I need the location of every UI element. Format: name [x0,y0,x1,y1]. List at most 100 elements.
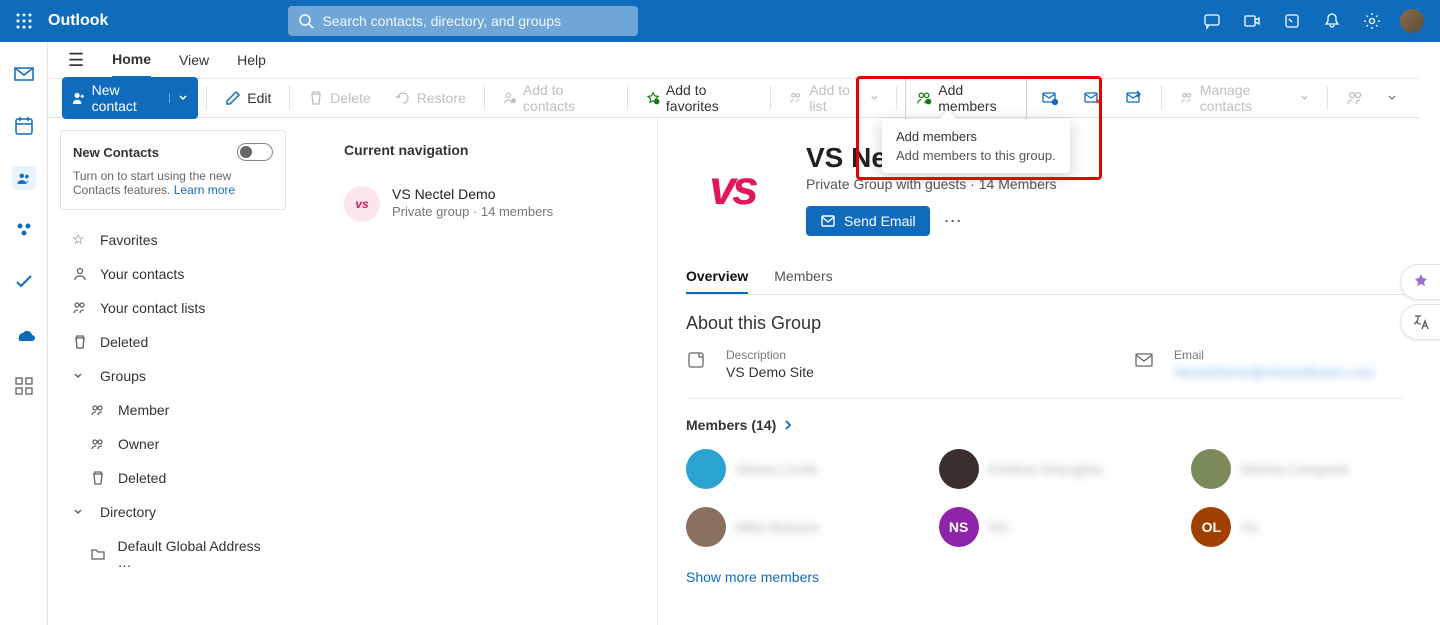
new-contacts-toggle[interactable] [237,143,273,161]
notifications-icon[interactable] [1320,9,1344,33]
nav-favorites[interactable]: ☆Favorites [60,222,286,257]
member-item[interactable]: NS NS [939,507,1152,547]
member-avatar: OL [1191,507,1231,547]
meet-now-icon[interactable] [1240,9,1264,33]
member-name: Mike Butusov [736,519,820,535]
translate-icon[interactable] [1400,304,1440,340]
mail-action3-icon[interactable] [1115,84,1153,112]
mail-action1-icon[interactable] [1031,84,1069,112]
add-to-contacts-icon [503,90,517,106]
copilot-icon[interactable] [1400,264,1440,300]
new-contacts-title: New Contacts [73,145,159,160]
email-value[interactable]: NectelDemo@virtosoftware.com [1174,364,1375,380]
detail-group-avatar: vs [686,142,778,234]
add-to-contacts-label: Add to contacts [523,82,609,114]
app-launcher-icon[interactable] [8,5,40,37]
trash-icon [72,334,90,350]
teams-chat-icon[interactable] [1200,9,1224,33]
new-contact-split[interactable] [169,93,188,103]
rail-more-apps-icon[interactable] [12,374,36,398]
desc-label: Description [726,348,814,362]
member-item[interactable]: Kristina Smyugina [939,449,1152,489]
tab-home[interactable]: Home [112,42,151,78]
nav-your-lists[interactable]: Your contact lists [60,291,286,325]
email-icon [1134,348,1162,380]
new-contact-button[interactable]: New contact [62,77,198,119]
search-input[interactable] [322,13,628,29]
nav-group-deleted[interactable]: Deleted [60,461,286,495]
search-box[interactable] [288,6,638,36]
user-avatar[interactable] [1400,9,1424,33]
member-item[interactable]: Marina Conquest [1191,449,1404,489]
member-name: Kristina Smyugina [989,461,1102,477]
rail-mail-icon[interactable] [12,62,36,86]
show-more-members-link[interactable]: Show more members [686,569,1404,585]
add-members-button[interactable]: Add members [905,76,1026,120]
delete-button: Delete [298,85,380,111]
manage-contacts-button: Manage contacts [1170,77,1319,119]
members-title[interactable]: Members (14) [686,417,1404,433]
nav-deleted[interactable]: Deleted [60,325,286,359]
nav-group-owner[interactable]: Owner [60,427,286,461]
nav-group-member[interactable]: Member [60,393,286,427]
nav-sidebar: New Contacts Turn on to start using the … [48,118,298,625]
edit-button[interactable]: Edit [215,85,281,111]
group-list-item[interactable]: vs VS Nectel Demo Private group · 14 mem… [344,182,641,226]
chevron-down-icon [72,370,90,382]
search-icon [298,13,314,29]
more-actions-button[interactable]: ⋯ [944,211,962,232]
restore-icon [395,90,411,106]
tab-overview[interactable]: Overview [686,260,748,294]
restore-button: Restore [385,85,476,111]
manage-contacts-icon [1180,90,1194,106]
group-avatar: vs [344,186,380,222]
owner-icon [90,436,108,452]
member-avatar: NS [939,507,979,547]
member-name: NS [989,519,1008,535]
group-list-panel: Current navigation vs VS Nectel Demo Pri… [298,118,658,625]
chevron-down-icon [72,506,90,518]
rail-todo-icon[interactable] [12,270,36,294]
member-avatar [686,507,726,547]
settings-icon[interactable] [1360,9,1384,33]
mail-action2-icon[interactable] [1073,84,1111,112]
hamburger-icon[interactable]: ☰ [68,50,84,71]
rail-groups-icon[interactable] [12,218,36,242]
rail-people-icon[interactable] [12,166,36,190]
add-to-contacts-button: Add to contacts [493,77,619,119]
new-contacts-card: New Contacts Turn on to start using the … [60,130,286,210]
note-icon [686,348,714,380]
desc-value: VS Demo Site [726,364,814,380]
member-item[interactable]: Mike Butusov [686,507,899,547]
tab-view[interactable]: View [179,42,209,78]
member-name: Marina Conquest [1241,461,1348,477]
rail-calendar-icon[interactable] [12,114,36,138]
rail-onedrive-icon[interactable] [12,322,36,346]
tab-members[interactable]: Members [774,260,832,294]
tips-icon[interactable] [1280,9,1304,33]
nav-directory[interactable]: Directory [60,495,286,529]
mail-icon [820,213,836,229]
list-icon [72,300,90,316]
member-item[interactable]: OLOL [1191,507,1404,547]
favorite-icon [646,90,660,106]
add-to-list-icon [789,90,803,106]
nav-groups[interactable]: Groups [60,359,286,393]
star-icon: ☆ [72,231,90,248]
toolbar-overflow-chevron[interactable] [1378,88,1406,108]
group-detail-panel: vs VS Nectel Demo Private Group with gue… [658,118,1440,625]
add-to-favorites-button[interactable]: Add to favorites [636,77,763,119]
group-name: VS Nectel Demo [392,186,553,202]
send-email-button[interactable]: Send Email [806,206,930,236]
trash-icon [90,470,108,486]
brand-label: Outlook [48,12,108,30]
nav-your-contacts[interactable]: Your contacts [60,257,286,291]
member-icon [90,402,108,418]
add-to-favorites-label: Add to favorites [666,82,753,114]
tab-help[interactable]: Help [237,42,266,78]
tooltip-title: Add members [896,129,1056,144]
learn-more-link[interactable]: Learn more [174,183,235,197]
nav-gal[interactable]: Default Global Address … [60,529,286,579]
edit-label: Edit [247,90,271,106]
member-item[interactable]: Alexey Livnik [686,449,899,489]
